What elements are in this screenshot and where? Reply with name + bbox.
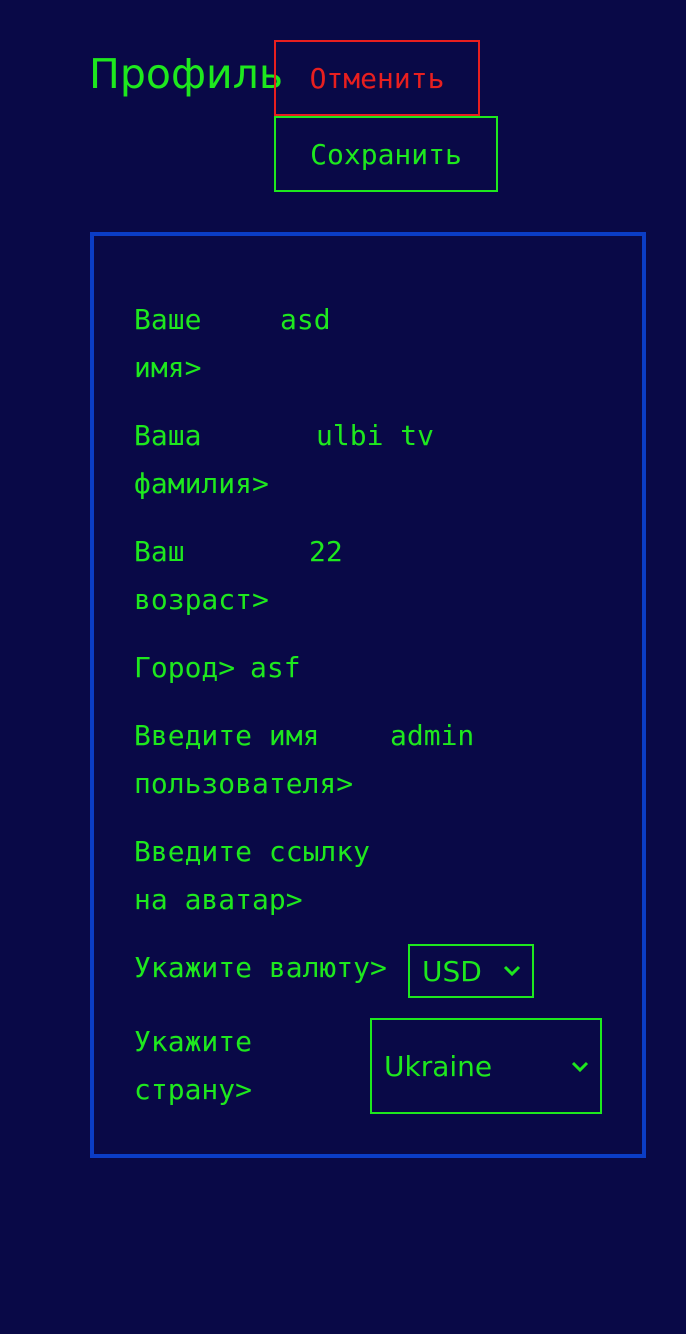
username-field[interactable]: admin [390, 712, 474, 760]
save-button[interactable]: Сохранить [274, 116, 498, 192]
last-name-field[interactable]: ulbi tv [316, 412, 434, 460]
last-name-label: Ваша фамилия> [134, 419, 269, 500]
country-selected-value: Ukraine [384, 1049, 493, 1083]
avatar-field[interactable] [390, 828, 590, 876]
page-title: Профиль [89, 50, 284, 98]
username-label: Введите имя пользователя> [134, 719, 354, 800]
country-label: Укажите страну> [134, 1025, 253, 1106]
first-name-label: Ваше имя> [134, 303, 202, 384]
age-field[interactable]: 22 [309, 528, 343, 576]
first-name-field[interactable]: asd [280, 296, 331, 344]
city-label: Город> [134, 651, 236, 684]
cancel-button[interactable]: Отменить [274, 40, 480, 116]
currency-label: Укажите валюту> [134, 951, 387, 984]
age-label: Ваш возраст> [134, 535, 269, 616]
chevron-down-icon [503, 965, 521, 977]
country-select[interactable]: Ukraine [370, 1018, 602, 1114]
avatar-label: Введите ссылку на аватар> [134, 835, 371, 916]
currency-select[interactable]: USD [408, 944, 534, 998]
city-field[interactable]: asf [250, 644, 301, 692]
chevron-down-icon [571, 1061, 589, 1073]
currency-selected-value: USD [422, 954, 482, 988]
